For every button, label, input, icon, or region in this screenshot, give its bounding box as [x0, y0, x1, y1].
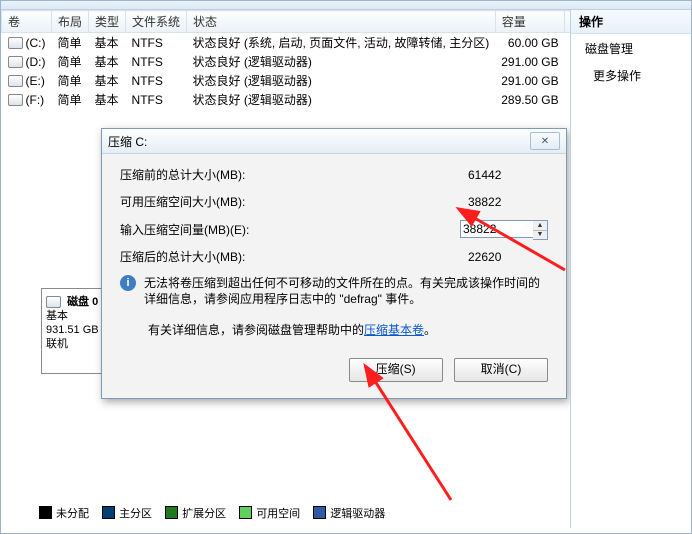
drive-icon: [8, 75, 23, 87]
shrink-basic-volume-link[interactable]: 压缩基本卷: [364, 323, 424, 337]
detail-text: 有关详细信息，请参阅磁盘管理帮助中的压缩基本卷。: [148, 321, 548, 338]
table-row[interactable]: (D:)简单基本NTFS状态良好 (逻辑驱动器)291.00 GB238.8: [2, 52, 572, 71]
shrink-amount-input[interactable]: [460, 220, 534, 238]
volumes-pane: 卷 布局 类型 文件系统 状态 容量 可用: (C:)简单基本NTFS状态良好 …: [1, 10, 571, 528]
actions-title: 操作: [571, 10, 691, 34]
disk-icon: [46, 296, 61, 308]
col-type[interactable]: 类型: [89, 11, 126, 33]
cancel-button[interactable]: 取消(C): [454, 358, 548, 382]
info-icon: i: [120, 275, 136, 291]
col-available[interactable]: 可用:: [565, 11, 571, 33]
dialog-title: 压缩 C:: [108, 133, 530, 150]
legend-swatch-primary: [102, 506, 115, 519]
legend-ext: 扩展分区: [182, 505, 226, 521]
window-toolbar: [1, 1, 691, 10]
col-capacity[interactable]: 容量: [495, 11, 564, 33]
drive-icon: [8, 94, 23, 106]
legend-swatch-unalloc: [39, 506, 52, 519]
close-button[interactable]: ✕: [530, 132, 560, 150]
drive-icon: [8, 56, 23, 68]
table-row[interactable]: (F:)简单基本NTFS状态良好 (逻辑驱动器)289.50 GB271.: [2, 90, 572, 109]
spinner-up-icon[interactable]: ▲: [533, 221, 547, 231]
actions-pane: 操作 磁盘管理 更多操作: [571, 10, 691, 528]
actions-more[interactable]: 更多操作: [571, 63, 691, 90]
shrink-amount-spinner[interactable]: ▲▼: [533, 220, 548, 240]
detail-prefix: 有关详细信息，请参阅磁盘管理帮助中的: [148, 323, 364, 337]
info-text: 无法将卷压缩到超出任何不可移动的文件所在的点。有关完成该操作时间的详细信息，请参…: [144, 275, 548, 307]
label-size-before: 压缩前的总计大小(MB):: [120, 166, 468, 183]
disk-management-window: 卷 布局 类型 文件系统 状态 容量 可用: (C:)简单基本NTFS状态良好 …: [0, 0, 692, 534]
col-filesystem[interactable]: 文件系统: [126, 11, 187, 33]
table-row[interactable]: (E:)简单基本NTFS状态良好 (逻辑驱动器)291.00 GB282.4: [2, 71, 572, 90]
disk-name: 磁盘 0: [67, 296, 98, 308]
label-shrink-amount: 输入压缩空间量(MB)(E):: [120, 221, 460, 238]
volumes-table: 卷 布局 类型 文件系统 状态 容量 可用: (C:)简单基本NTFS状态良好 …: [1, 10, 571, 109]
label-size-after: 压缩后的总计大小(MB):: [120, 248, 468, 265]
legend-logical: 逻辑驱动器: [330, 505, 385, 521]
col-volume[interactable]: 卷: [2, 11, 52, 33]
shrink-dialog: 压缩 C: ✕ 压缩前的总计大小(MB): 61442 可用压缩空间大小(MB)…: [101, 128, 567, 399]
dialog-titlebar[interactable]: 压缩 C: ✕: [102, 129, 566, 154]
col-status[interactable]: 状态: [187, 11, 496, 33]
label-avail-shrink: 可用压缩空间大小(MB):: [120, 193, 468, 210]
legend-unalloc: 未分配: [56, 505, 89, 521]
disk-size: 931.51 GB: [46, 324, 99, 336]
detail-suffix: 。: [424, 323, 436, 337]
spinner-down-icon[interactable]: ▼: [533, 231, 547, 240]
legend-primary: 主分区: [119, 505, 152, 521]
col-layout[interactable]: 布局: [52, 11, 89, 33]
shrink-button[interactable]: 压缩(S): [349, 358, 443, 382]
value-size-after: 22620: [468, 250, 548, 264]
legend-swatch-logical: [313, 506, 326, 519]
disk-kind: 基本: [46, 310, 68, 322]
legend-swatch-ext: [165, 506, 178, 519]
value-avail-shrink: 38822: [468, 195, 548, 209]
legend-free: 可用空间: [256, 505, 300, 521]
table-row[interactable]: (C:)简单基本NTFS状态良好 (系统, 启动, 页面文件, 活动, 故障转储…: [2, 33, 572, 53]
value-size-before: 61442: [468, 168, 548, 182]
legend: 未分配 主分区 扩展分区 可用空间 逻辑驱动器: [39, 505, 395, 523]
actions-group-disk[interactable]: 磁盘管理: [571, 34, 691, 63]
disk-online: 联机: [46, 338, 68, 350]
legend-swatch-free: [239, 506, 252, 519]
drive-icon: [8, 37, 23, 49]
